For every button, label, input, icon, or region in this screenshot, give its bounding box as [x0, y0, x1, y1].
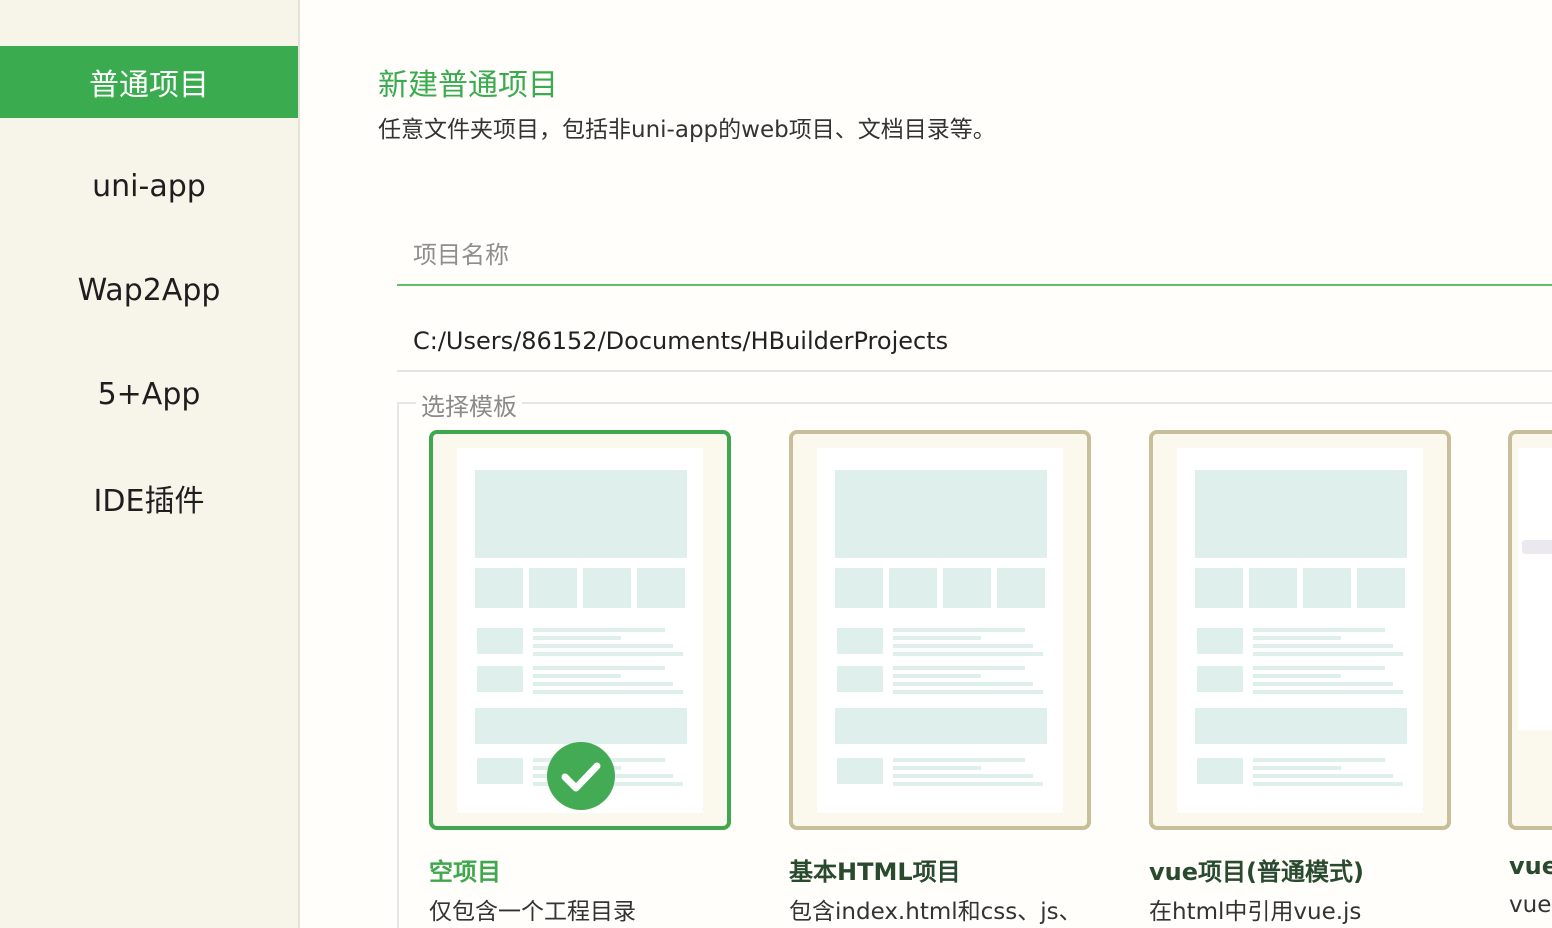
template-title: 基本HTML项目: [789, 858, 961, 886]
template-card-vue-partial[interactable]: [1508, 430, 1552, 830]
project-path-input[interactable]: [397, 312, 1552, 372]
template-preview: [817, 448, 1063, 813]
template-preview: [1177, 448, 1423, 813]
main-panel: 新建普通项目 任意文件夹项目，包括非uni-app的web项目、文档目录等。 选…: [300, 0, 1552, 928]
sidebar-item-uni-app[interactable]: uni-app: [0, 150, 298, 222]
template-title: 空项目: [429, 858, 501, 886]
sidebar: 普通项目 uni-app Wap2App 5+App IDE插件: [0, 0, 300, 928]
ellipsis-icon: [1522, 540, 1552, 554]
project-name-input[interactable]: [397, 226, 1552, 286]
template-card-vue-normal[interactable]: [1149, 430, 1451, 830]
check-icon: [547, 742, 615, 810]
template-desc: 包含index.html和css、js、: [789, 899, 1082, 925]
sidebar-item-wap2app[interactable]: Wap2App: [0, 254, 298, 326]
page-subtitle: 任意文件夹项目，包括非uni-app的web项目、文档目录等。: [378, 117, 996, 143]
sidebar-item-label: 普通项目: [89, 68, 209, 103]
template-desc: 仅包含一个工程目录: [429, 899, 636, 925]
template-card-basic-html[interactable]: [789, 430, 1091, 830]
sidebar-item-label: Wap2App: [77, 272, 221, 308]
template-preview: [1518, 448, 1552, 730]
template-desc: vue: [1509, 892, 1552, 918]
template-title: vue项目(普通模式): [1149, 858, 1364, 886]
sidebar-item-label: uni-app: [92, 168, 206, 204]
sidebar-item-label: IDE插件: [93, 484, 205, 519]
sidebar-item-5plus-app[interactable]: 5+App: [0, 358, 298, 430]
page-title: 新建普通项目: [378, 68, 558, 103]
template-title: vue: [1509, 852, 1552, 880]
sidebar-item-ide-plugin[interactable]: IDE插件: [0, 462, 298, 534]
template-desc: 在html中引用vue.js: [1149, 899, 1362, 925]
sidebar-item-normal-project[interactable]: 普通项目: [0, 46, 298, 118]
template-card-empty[interactable]: [429, 430, 731, 830]
template-legend: 选择模板: [416, 387, 522, 422]
sidebar-item-label: 5+App: [97, 376, 201, 412]
